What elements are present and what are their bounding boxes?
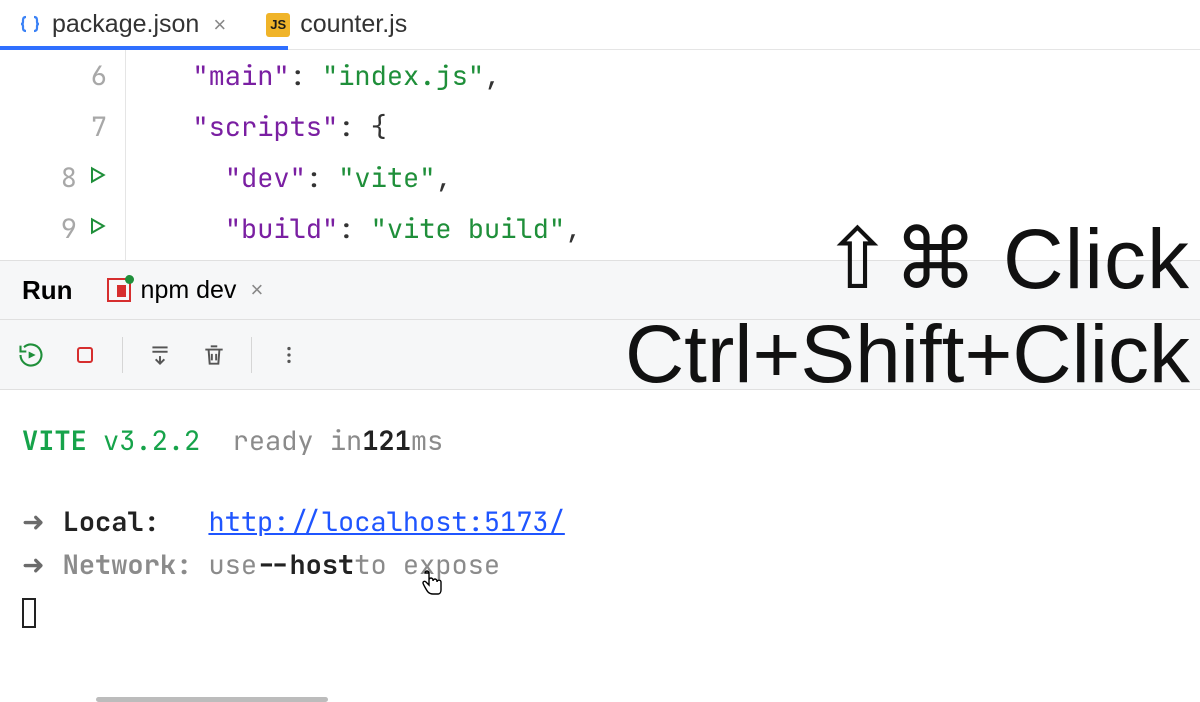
editor-tab-label: counter.js: [300, 10, 407, 39]
run-toolbar: [0, 320, 1200, 390]
code-line[interactable]: "main": "index.js",: [160, 50, 1200, 101]
npm-icon: [107, 278, 131, 302]
stop-button[interactable]: [68, 338, 102, 372]
terminal-line: VITE v3.2.2 ready in 121 ms: [22, 420, 1178, 463]
terminal-output[interactable]: VITE v3.2.2 ready in 121 ms ➜ Local: htt…: [0, 390, 1200, 671]
code-lines[interactable]: "main": "index.js", "scripts": { "dev": …: [126, 50, 1200, 260]
terminal-cursor: [22, 598, 36, 628]
arrow-icon: ➜: [22, 501, 63, 544]
json-file-icon: [18, 13, 42, 37]
line-number: 9: [61, 211, 77, 247]
editor-tab-package-json[interactable]: package.json ×: [0, 0, 248, 49]
code-line[interactable]: "build": "vite build",: [160, 203, 1200, 254]
run-line-icon[interactable]: [87, 216, 107, 241]
toolbar-separator: [251, 337, 252, 373]
editor-tab-bar: package.json × JS counter.js: [0, 0, 1200, 50]
editor-tab-counter-js[interactable]: JS counter.js: [248, 0, 425, 49]
vite-name: VITE: [22, 420, 87, 463]
toolbar-separator: [122, 337, 123, 373]
vite-version: v3.2.2: [103, 420, 200, 463]
more-actions-button[interactable]: [272, 338, 306, 372]
active-tab-underline: [0, 46, 288, 50]
terminal-line-local: ➜ Local: http://localhost:5173/: [22, 501, 1178, 544]
network-text-suffix: to expose: [354, 544, 500, 587]
run-line-icon[interactable]: [87, 165, 107, 190]
ready-prefix: ready in: [233, 420, 363, 463]
clear-button[interactable]: [197, 338, 231, 372]
scroll-to-end-button[interactable]: [143, 338, 177, 372]
ready-suffix: ms: [411, 420, 443, 463]
js-file-icon: JS: [266, 13, 290, 37]
run-panel-tabbar: Run npm dev ×: [0, 260, 1200, 320]
gutter-row: 6: [0, 50, 125, 101]
network-label: Network:: [63, 544, 193, 587]
close-icon[interactable]: ×: [246, 277, 267, 303]
terminal-line-network: ➜ Network: use --host to expose: [22, 544, 1178, 587]
run-tab-npm-dev[interactable]: npm dev ×: [95, 261, 280, 319]
code-line[interactable]: "dev": "vite",: [160, 152, 1200, 203]
network-text-prefix: use: [208, 544, 257, 587]
editor-gutter: 6 7 8 9: [0, 50, 126, 260]
gutter-row: 8: [0, 152, 125, 203]
network-flag: --host: [257, 544, 354, 587]
gutter-row: 7: [0, 101, 125, 152]
local-label: Local:: [63, 501, 160, 544]
line-number: 6: [91, 58, 107, 94]
editor-tab-label: package.json: [52, 10, 199, 39]
arrow-icon: ➜: [22, 544, 63, 587]
close-icon[interactable]: ×: [209, 12, 230, 38]
run-panel-title: Run: [0, 275, 95, 306]
local-url-link[interactable]: http://localhost:5173/: [208, 501, 564, 544]
code-line[interactable]: "scripts": {: [160, 101, 1200, 152]
run-tab-label: npm dev: [141, 276, 237, 305]
gutter-row: 9: [0, 203, 125, 254]
code-editor[interactable]: 6 7 8 9 "main": "index.js", "scripts": {…: [0, 50, 1200, 260]
line-number: 7: [91, 109, 107, 145]
line-number: 8: [61, 160, 77, 196]
ready-ms: 121: [362, 420, 411, 463]
rerun-button[interactable]: [14, 338, 48, 372]
